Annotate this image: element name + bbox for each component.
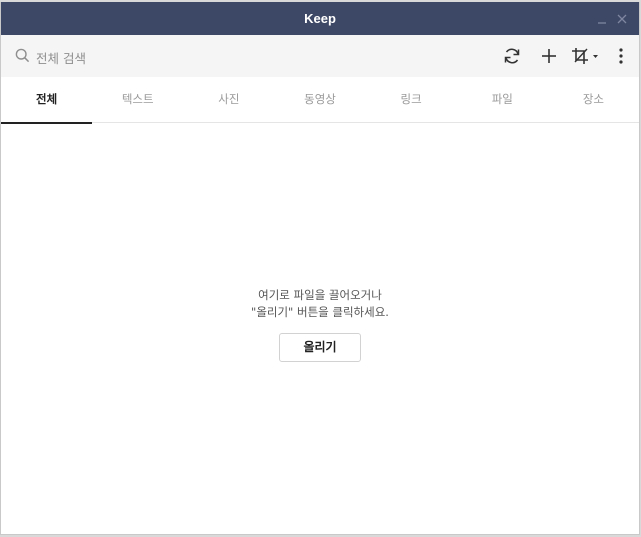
crop-icon[interactable] xyxy=(571,46,601,66)
plus-icon[interactable] xyxy=(539,46,559,66)
search-placeholder: 전체 검색 xyxy=(36,50,86,66)
tab-video[interactable]: 동영상 xyxy=(274,77,365,123)
tab-photo[interactable]: 사진 xyxy=(183,77,274,123)
refresh-icon[interactable] xyxy=(502,46,522,66)
search-icon xyxy=(15,48,30,67)
empty-message-line1: 여기로 파일을 끌어오거나 xyxy=(258,288,382,302)
window-title: Keep xyxy=(304,11,336,26)
tab-file[interactable]: 파일 xyxy=(457,77,548,123)
tab-all[interactable]: 전체 xyxy=(1,77,93,124)
search-input[interactable]: 전체 검색 xyxy=(15,47,86,67)
tab-place[interactable]: 장소 xyxy=(548,77,639,123)
toolbar: 전체 검색 xyxy=(1,35,639,77)
title-bar[interactable]: Keep xyxy=(1,2,639,35)
keep-window: Keep 전체 검색 전체 텍스트 사진 동영상 링크 파일 장소 여기로 파일… xyxy=(0,2,640,535)
minimize-icon[interactable] xyxy=(595,11,609,25)
empty-state: 여기로 파일을 끌어오거나 "올리기" 버튼을 클릭하세요. 올리기 xyxy=(1,287,639,362)
more-vertical-icon[interactable] xyxy=(613,46,629,66)
category-tabs: 전체 텍스트 사진 동영상 링크 파일 장소 xyxy=(1,77,639,124)
tab-text[interactable]: 텍스트 xyxy=(92,77,183,123)
upload-button[interactable]: 올리기 xyxy=(279,333,361,362)
close-icon[interactable] xyxy=(615,11,629,25)
empty-message-line2: "올리기" 버튼을 클릭하세요. xyxy=(251,305,389,319)
tab-link[interactable]: 링크 xyxy=(366,77,457,123)
